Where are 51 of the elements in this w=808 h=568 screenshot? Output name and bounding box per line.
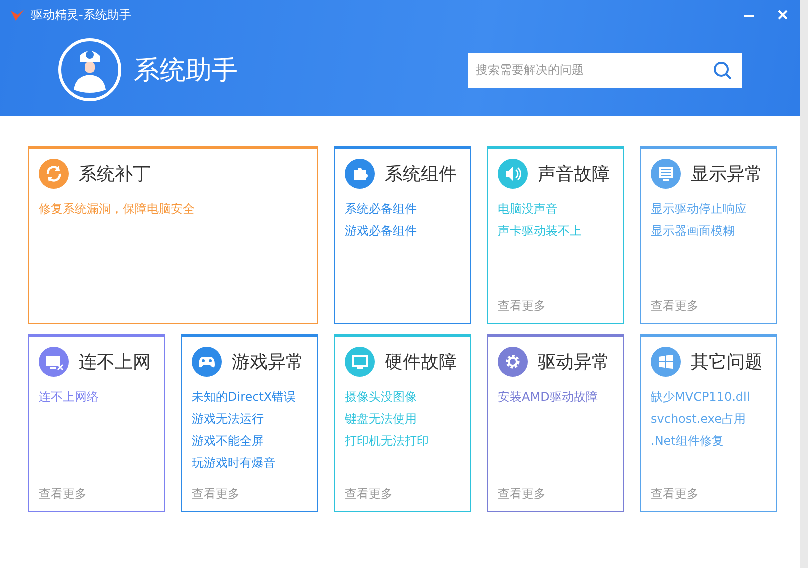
card-title: 连不上网 [79,351,151,374]
close-icon[interactable] [778,10,788,20]
issue-link[interactable]: svchost.exe占用 [651,411,746,428]
doctor-avatar-icon [58,38,122,102]
page-title: 系统助手 [134,54,238,88]
see-more-link[interactable]: 查看更多 [498,486,546,503]
card-title: 游戏异常 [232,351,304,374]
card-title: 其它问题 [691,351,763,374]
see-more-link[interactable]: 查看更多 [39,486,87,503]
see-more-link[interactable]: 查看更多 [651,486,699,503]
speaker-icon [498,159,528,189]
issue-link[interactable]: 游戏无法运行 [192,411,264,428]
issue-link[interactable]: 游戏必备组件 [345,223,417,240]
refresh-icon [39,159,69,189]
card-title: 驱动异常 [538,351,610,374]
issue-link[interactable]: 声卡驱动装不上 [498,223,582,240]
search-icon[interactable] [713,60,733,80]
issue-link[interactable]: 电脑没声音 [498,201,558,218]
issue-link[interactable]: 打印机无法打印 [345,433,429,450]
issue-link[interactable]: 连不上网络 [39,389,99,406]
issue-link[interactable]: 安装AMD驱动故障 [498,389,598,406]
puzzle-icon [345,159,375,189]
windows-icon [651,347,681,377]
monitor-cross-icon [39,347,69,377]
window-title: 驱动精灵-系统助手 [31,6,132,24]
issue-link[interactable]: 键盘无法使用 [345,411,417,428]
monitor-icon [345,347,375,377]
issue-link[interactable]: 未知的DirectX错误 [192,389,296,406]
card-title: 硬件故障 [385,351,457,374]
search-field[interactable]: 搜索需要解决的问题 [468,52,742,88]
display-icon [651,159,681,189]
gamepad-icon [192,347,222,377]
card-title: 声音故障 [538,163,610,186]
issue-link[interactable]: 显示驱动停止响应 [651,201,747,218]
card-title: 系统组件 [385,163,457,186]
see-more-link[interactable]: 查看更多 [651,298,699,315]
card-title: 系统补丁 [79,163,151,186]
logo-icon [10,8,26,22]
card-title: 显示异常 [691,163,763,186]
issue-link[interactable]: .Net组件修复 [651,433,724,450]
gear-icon [498,347,528,377]
see-more-link[interactable]: 查看更多 [345,486,393,503]
issue-link[interactable]: 修复系统漏洞，保障电脑安全 [39,201,195,218]
issue-link[interactable]: 游戏不能全屏 [192,433,264,450]
issue-link[interactable]: 玩游戏时有爆音 [192,455,276,472]
issue-link[interactable]: 显示器画面模糊 [651,223,735,240]
see-more-link[interactable]: 查看更多 [192,486,240,503]
see-more-link[interactable]: 查看更多 [498,298,546,315]
issue-link[interactable]: 缺少MVCP110.dll [651,389,750,406]
issue-link[interactable]: 摄像头没图像 [345,389,417,406]
issue-link[interactable]: 系统必备组件 [345,201,417,218]
